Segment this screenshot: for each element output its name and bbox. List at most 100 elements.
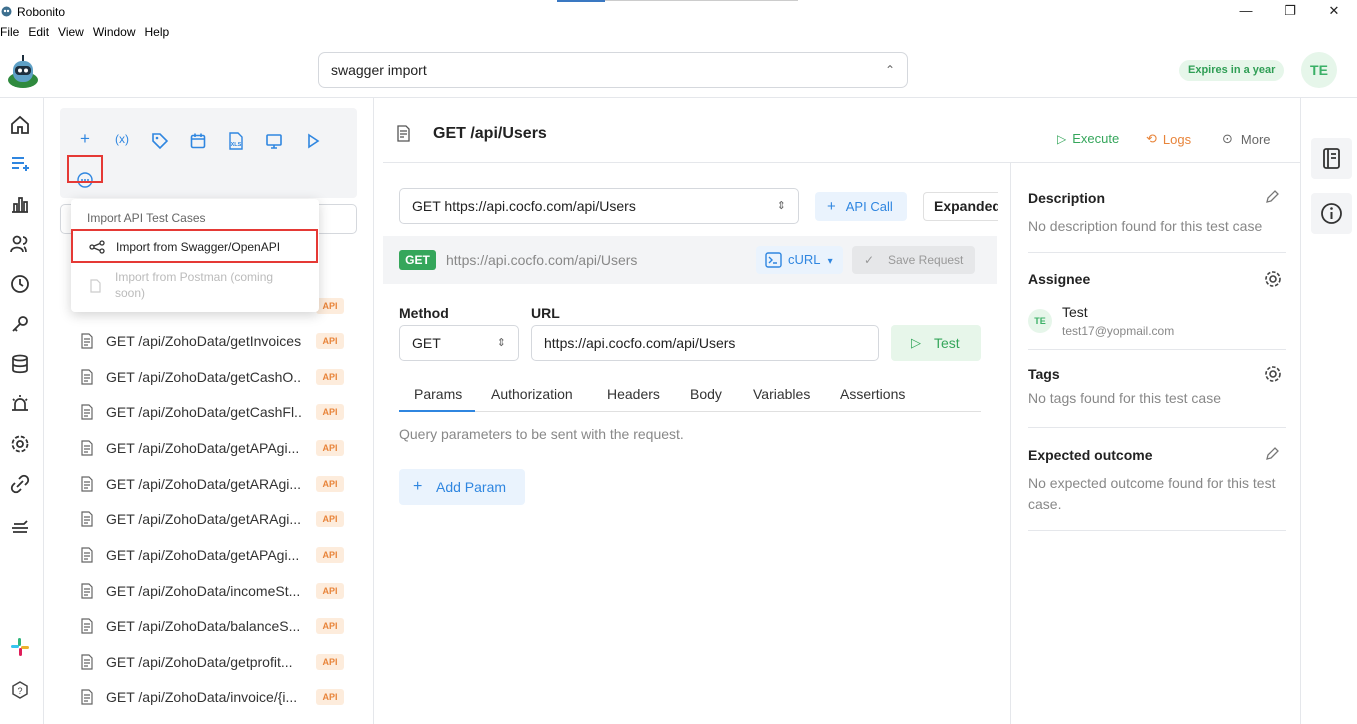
- import-menu-header: Import API Test Cases: [87, 211, 206, 225]
- reports-icon[interactable]: [9, 193, 31, 215]
- add-param-button[interactable]: + Add Param: [399, 469, 525, 505]
- list-item[interactable]: GET /api/ZohoData/invoice/{i...: [80, 686, 302, 708]
- xls-icon[interactable]: XLS: [227, 132, 245, 150]
- titlebar-line: [605, 0, 798, 1]
- save-request-label: Save Request: [888, 253, 964, 267]
- gear-icon[interactable]: [1263, 269, 1283, 289]
- project-select-value: swagger import: [331, 62, 427, 78]
- menu-view[interactable]: View: [58, 25, 84, 39]
- project-select[interactable]: swagger import ⌃: [318, 52, 908, 88]
- help-icon[interactable]: ?: [9, 679, 31, 701]
- key-icon[interactable]: [9, 313, 31, 335]
- history-icon[interactable]: [9, 273, 31, 295]
- document-icon: [81, 333, 93, 349]
- menu-file[interactable]: File: [0, 25, 19, 39]
- settings-icon[interactable]: [9, 433, 31, 455]
- tab-assertions[interactable]: Assertions: [840, 386, 905, 402]
- tab-headers[interactable]: Headers: [607, 386, 660, 402]
- play-icon: ▷: [1057, 131, 1067, 146]
- list-item[interactable]: GET /api/ZohoData/balanceS...: [80, 615, 302, 637]
- play-icon[interactable]: [304, 132, 322, 150]
- info-panel-button[interactable]: [1311, 193, 1352, 234]
- assignee-avatar: TE: [1028, 309, 1052, 333]
- list-item[interactable]: GET /api/ZohoData/incomeSt...: [80, 580, 302, 602]
- method-select[interactable]: GET ⇕: [399, 325, 519, 361]
- tab-variables[interactable]: Variables: [753, 386, 810, 402]
- list-item-label: GET /api/ZohoData/getAPAgi...: [106, 440, 300, 456]
- more-icon: ⊙: [1222, 131, 1233, 146]
- maximize-button[interactable]: ❐: [1280, 3, 1300, 19]
- assignee-title: Assignee: [1028, 271, 1091, 287]
- notebook-icon: [1323, 148, 1340, 169]
- list-item-label: GET /api/ZohoData/getCashFl...: [106, 404, 302, 420]
- execute-button[interactable]: ▷ Execute: [1057, 131, 1119, 146]
- api-badge: API: [316, 476, 344, 492]
- list-item[interactable]: GET /api/ZohoData/getInvoices: [80, 330, 302, 352]
- home-icon[interactable]: [9, 114, 31, 136]
- users-icon[interactable]: [9, 233, 31, 255]
- robonito-logo-icon[interactable]: [6, 53, 40, 89]
- expires-badge: Expires in a year: [1179, 60, 1285, 81]
- alarm-icon[interactable]: [9, 393, 31, 415]
- request-tabs: Params Authorization Headers Body Variab…: [399, 376, 981, 412]
- gear-icon[interactable]: [1263, 364, 1283, 384]
- page-title: GET /api/Users: [433, 125, 547, 142]
- expanded-toggle[interactable]: Expanded: [923, 192, 998, 221]
- url-input[interactable]: https://api.cocfo.com/api/Users: [531, 325, 879, 361]
- document-icon: [81, 583, 93, 599]
- minimize-button[interactable]: —: [1236, 3, 1256, 19]
- app-title: Robonito: [17, 5, 66, 19]
- variable-icon[interactable]: (x): [113, 132, 131, 150]
- notes-panel-button[interactable]: [1311, 138, 1352, 179]
- more-button-highlight: [67, 155, 103, 183]
- add-icon[interactable]: +: [76, 129, 94, 148]
- api-call-button[interactable]: + API Call: [815, 192, 907, 221]
- pencil-icon[interactable]: [1264, 446, 1280, 462]
- tag-icon[interactable]: [151, 132, 169, 150]
- info-separator: [1028, 349, 1286, 350]
- tab-body[interactable]: Body: [690, 386, 722, 402]
- integrations-icon[interactable]: [9, 473, 31, 495]
- list-item[interactable]: GET /api/ZohoData/getAPAgi...: [80, 544, 302, 566]
- document-icon: [81, 618, 93, 634]
- test-button[interactable]: ▷ Test: [891, 325, 981, 361]
- monitor-icon[interactable]: [265, 132, 283, 150]
- logs-button[interactable]: ⟲ Logs: [1146, 131, 1191, 147]
- document-icon: [81, 547, 93, 563]
- tab-authorization[interactable]: Authorization: [491, 386, 573, 402]
- more-button[interactable]: ⊙ More: [1222, 131, 1271, 147]
- menu-window[interactable]: Window: [93, 25, 136, 39]
- list-item[interactable]: GET /api/ZohoData/getARAgi...: [80, 508, 302, 530]
- tags-title: Tags: [1028, 366, 1060, 382]
- check-icon: ✓: [864, 253, 875, 267]
- test-cases-icon[interactable]: [9, 153, 31, 175]
- titlebar-accent: [557, 0, 605, 2]
- slack-icon[interactable]: [9, 636, 31, 658]
- document-icon: [81, 689, 93, 705]
- tags-text: No tags found for this test case: [1028, 390, 1221, 406]
- api-badge: API: [316, 654, 344, 670]
- menu-help[interactable]: Help: [145, 25, 170, 39]
- pencil-icon[interactable]: [1264, 189, 1280, 205]
- list-item[interactable]: GET /api/ZohoData/getARAgi...: [80, 473, 302, 495]
- list-item[interactable]: GET /api/ZohoData/getprofit...: [80, 651, 302, 673]
- list-item[interactable]: GET /api/ZohoData/getCashFl...: [80, 401, 302, 423]
- menu-edit[interactable]: Edit: [28, 25, 49, 39]
- import-dropdown-menu: Import API Test Cases Import from Swagge…: [71, 199, 319, 312]
- curl-button[interactable]: cURL ▾: [756, 246, 843, 274]
- list-item[interactable]: GET /api/ZohoData/getAPAgi...: [80, 437, 302, 459]
- import-swagger-item[interactable]: Import from Swagger/OpenAPI: [71, 229, 318, 263]
- database-icon[interactable]: [9, 353, 31, 375]
- save-request-button[interactable]: ✓ Save Request: [852, 246, 975, 274]
- tab-params[interactable]: Params: [414, 386, 462, 402]
- list-item[interactable]: GET /api/ZohoData/getCashO...: [80, 366, 302, 388]
- main-divider: [383, 162, 1300, 163]
- method-badge: GET: [399, 250, 436, 270]
- request-select[interactable]: GET https://api.cocfo.com/api/Users ⇕: [399, 188, 799, 224]
- user-avatar[interactable]: TE: [1301, 52, 1337, 88]
- close-button[interactable]: ✕: [1324, 3, 1344, 19]
- play-icon: ▷: [911, 335, 921, 350]
- calendar-icon[interactable]: [189, 132, 207, 150]
- list-item-label: GET /api/ZohoData/getAPAgi...: [106, 547, 300, 563]
- deploy-icon[interactable]: [9, 513, 31, 535]
